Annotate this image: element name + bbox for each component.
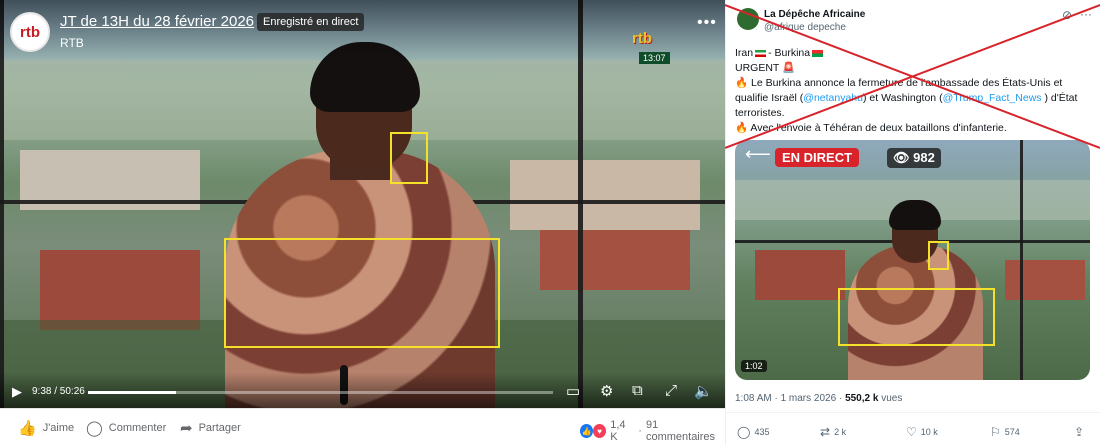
background-building <box>510 160 700 230</box>
mention-netanyahu[interactable]: @netanyahu <box>803 92 863 104</box>
share-button[interactable]: ➦ Partager <box>180 419 241 437</box>
volume-icon[interactable]: 🔈 <box>694 382 713 400</box>
channel-name[interactable]: RTB <box>60 36 84 50</box>
eye-icon: 👁 <box>893 150 910 165</box>
post-text-urgent: URGENT <box>735 62 780 74</box>
video-controls-bar <box>0 372 725 408</box>
post-text-burkina: - Burkina <box>768 47 811 59</box>
logo-text: rtb <box>20 23 40 41</box>
post-text-line4a: qualifie Israël ( <box>735 92 804 104</box>
back-arrow-icon[interactable]: ⟵ <box>745 144 771 165</box>
like-reaction-icon: 👍 <box>580 424 594 438</box>
fullscreen-icon[interactable]: ⤢ <box>665 382 677 399</box>
video-duration: 1:02 <box>741 360 767 372</box>
post-text-iran: Iran <box>735 47 754 59</box>
bookmark-icon: ⚐ <box>990 425 1001 439</box>
post-text: Iran - Burkina URGENT 🚨 🔥 Le Burkina anno… <box>735 46 1085 136</box>
highlight-box-dress <box>838 288 995 346</box>
heart-icon: ♡ <box>906 425 917 439</box>
settings-gear-icon[interactable]: ⚙ <box>600 382 613 400</box>
reply-button[interactable]: ◯ 435 <box>737 425 769 439</box>
post-text-line4b: ) et Washington ( <box>863 92 943 104</box>
fire-icon: 🔥 <box>735 77 749 89</box>
share-arrow-icon: ➦ <box>180 420 193 437</box>
broadcast-clock: 13:07 <box>639 52 670 64</box>
bookmark-count: 574 <box>1004 427 1020 437</box>
account-handle[interactable]: @afrique depeche <box>764 22 846 33</box>
viewer-number: 982 <box>913 150 935 165</box>
like-count: 10 k <box>920 427 938 437</box>
post-line: 🔥 Le Burkina annonce la fermeture de l'a… <box>735 76 1085 91</box>
more-dots-icon[interactable]: ··· <box>1080 7 1092 21</box>
repost-icon: ⇄ <box>820 425 831 439</box>
background-roof <box>40 250 200 330</box>
like-button[interactable]: ♡ 10 k <box>906 425 938 439</box>
comment-label: Commenter <box>108 422 167 434</box>
share-label: Partager <box>198 422 241 434</box>
video-title[interactable]: JT de 13H du 28 février 2026 <box>60 13 254 30</box>
post-line: URGENT 🚨 <box>735 61 1085 76</box>
recorded-live-badge: Enregistré en direct <box>257 13 365 31</box>
post-text-line6: Avec l'envoie à Téhéran de deux bataillo… <box>750 122 1007 134</box>
comment-button[interactable]: ◯ Commenter <box>86 419 166 437</box>
reply-bubble-icon: ◯ <box>737 425 751 439</box>
channel-logo[interactable]: rtb <box>10 12 50 52</box>
highlight-box-dress <box>224 238 500 348</box>
window-frame <box>578 0 583 408</box>
post-meta: 1:08 AM · 1 mars 2026 · 550,2 k vues <box>735 393 902 404</box>
share-upload-icon: ⇪ <box>1074 425 1085 439</box>
comment-bubble-icon: ◯ <box>86 420 103 437</box>
window-frame <box>0 0 4 408</box>
like-label: J'aime <box>42 422 75 434</box>
post-line: qualifie Israël (@netanyahu) et Washingt… <box>735 91 1085 106</box>
video-player[interactable] <box>0 0 725 408</box>
more-dots-icon[interactable]: ••• <box>697 14 717 32</box>
video-progress-bar[interactable] <box>88 391 553 394</box>
clip-icon[interactable]: ▭ <box>566 382 580 400</box>
post-text-line4c: ) d'État <box>1041 92 1078 104</box>
iran-flag-icon <box>755 49 767 57</box>
background-roof <box>540 230 690 290</box>
post-text-line5: terroristes. <box>735 107 785 119</box>
post-timestamp[interactable]: 1:08 AM · 1 mars 2026 · <box>735 393 845 404</box>
views-label: vues <box>878 393 903 404</box>
viewer-count: 👁 982 <box>887 148 941 168</box>
burkina-flag-icon <box>812 49 824 57</box>
highlight-box-earring <box>928 241 949 270</box>
reaction-count: 1,4 K <box>610 419 626 443</box>
account-avatar[interactable] <box>737 8 759 30</box>
dot-separator: · <box>638 425 642 437</box>
repost-count: 2 k <box>834 427 847 437</box>
video-time: 9:38 / 50:26 <box>32 386 85 397</box>
share-button[interactable]: ⇪ <box>1074 425 1084 439</box>
picture-in-picture-icon[interactable]: ⧉ <box>632 382 643 399</box>
love-reaction-icon: ♥ <box>593 424 607 438</box>
views-count: 550,2 k <box>845 393 879 404</box>
like-button[interactable]: 👍 J'aime <box>18 419 74 437</box>
mention-trump-fact-news[interactable]: @Trump_Fact_News <box>943 92 1042 104</box>
reply-count: 435 <box>754 427 770 437</box>
rtb-watermark: rtb <box>632 30 652 47</box>
comment-count[interactable]: 91 commentaires <box>646 419 725 443</box>
fire-icon: 🔥 <box>735 122 749 134</box>
live-badge: EN DIRECT <box>775 148 860 167</box>
play-icon[interactable]: ▶ <box>12 384 22 400</box>
post-text-line3: Le Burkina annonce la fermeture de l'amb… <box>751 77 1063 89</box>
account-name[interactable]: La Dépêche Africaine <box>764 9 865 20</box>
background-roof <box>755 250 845 300</box>
grok-icon[interactable]: ⊘ <box>1062 8 1072 22</box>
siren-icon: 🚨 <box>782 62 796 74</box>
facebook-video-post: rtb JT de 13H du 28 février 2026 Enregis… <box>0 0 725 445</box>
post-line: Iran - Burkina <box>735 46 1085 61</box>
repost-button[interactable]: ⇄ 2 k <box>820 425 846 439</box>
bookmark-button[interactable]: ⚐ 574 <box>990 425 1020 439</box>
reactions-summary[interactable]: 👍 ♥ 1,4 K · 91 commentaires <box>580 419 725 443</box>
thumbs-up-icon: 👍 <box>18 420 37 437</box>
highlight-box-earring <box>390 132 428 184</box>
background-roof <box>1005 260 1085 300</box>
post-line: 🔥 Avec l'envoie à Téhéran de deux batail… <box>735 121 1085 136</box>
window-frame <box>1020 140 1023 380</box>
video-progress-fill <box>88 391 177 394</box>
news-anchor-hair <box>889 200 941 230</box>
